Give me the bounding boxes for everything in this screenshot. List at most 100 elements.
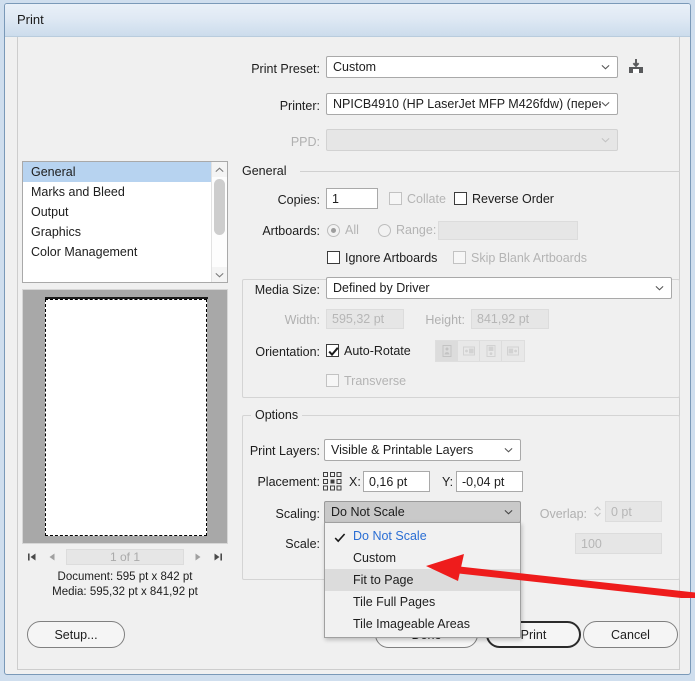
chevron-down-icon [504,508,513,517]
scale-label: Scale: [285,537,320,551]
page-number-field[interactable]: 1 of 1 [66,549,184,565]
category-item-general[interactable]: General [23,162,227,182]
skip-blank-artboards-label: Skip Blank Artboards [471,251,588,265]
artboards-range-label: Range: [396,223,437,237]
category-item-color-management[interactable]: Color Management [23,242,227,262]
category-list[interactable]: General Marks and Bleed Output Graphics … [22,161,228,283]
transverse-label: Transverse [344,374,407,388]
placement-x-label: X: [349,475,361,489]
printer-label: Printer: [279,99,320,113]
artboards-label: Artboards: [262,224,320,238]
reverse-order-label: Reverse Order [472,192,554,206]
placement-y-input[interactable]: -0,04 pt [456,471,523,492]
placement-x-input[interactable]: 0,16 pt [363,471,430,492]
height-input: 841,92 pt [471,309,549,329]
copies-label: Copies: [277,193,320,207]
orientation-landscape-right-icon[interactable] [502,341,524,361]
artboards-all-label: All [345,223,359,237]
collate-checkbox [389,192,402,205]
artboards-all-radio [327,224,340,237]
category-label: General [31,165,76,179]
menu-item-tile-imageable-areas[interactable]: Tile Imageable Areas [325,613,520,635]
print-preset-combo[interactable]: Custom [326,56,618,78]
orientation-buttons[interactable] [435,340,525,362]
orientation-portrait-down-icon[interactable] [480,341,502,361]
nav-last-icon[interactable] [208,547,228,567]
skip-blank-artboards-checkbox [453,251,466,264]
category-item-output[interactable]: Output [23,202,227,222]
scale-h-value: 100 [581,536,602,551]
transverse-checkbox [326,374,339,387]
scaling-label: Scaling: [275,507,320,521]
menu-item-label: Tile Full Pages [353,595,436,609]
orientation-landscape-left-icon[interactable] [458,341,480,361]
nav-prev-icon[interactable] [42,547,62,567]
scale-h-input: 100 [575,533,662,554]
check-icon [328,344,339,357]
scaling-dropdown-menu[interactable]: Do Not Scale Custom Fit to Page Tile Ful… [324,522,521,638]
preview-page-nav[interactable]: 1 of 1 [22,546,228,568]
overlap-label: Overlap: [539,507,587,521]
nav-first-icon[interactable] [22,547,42,567]
scaling-combo[interactable]: Do Not Scale [324,501,521,523]
media-size-combo[interactable]: Defined by Driver [326,277,672,299]
ignore-artboards-checkbox[interactable] [327,251,340,264]
print-preview[interactable] [22,289,228,544]
print-layers-combo[interactable]: Visible & Printable Layers [324,439,521,461]
category-label: Marks and Bleed [31,185,125,199]
menu-item-label: Do Not Scale [353,529,427,543]
orientation-portrait-up-icon[interactable] [436,341,458,361]
reverse-order-checkbox[interactable] [454,192,467,205]
ppd-combo [326,129,618,151]
print-layers-value: Visible & Printable Layers [331,443,474,457]
placement-proxy-icon[interactable] [323,472,342,491]
menu-item-tile-full-pages[interactable]: Tile Full Pages [325,591,520,613]
general-section-title: General [242,164,287,178]
width-input: 595,32 pt [326,309,404,329]
preview-page [45,299,207,536]
media-size-text: Media: 595,32 pt x 841,92 pt [52,586,198,598]
copies-value: 1 [332,191,339,206]
placement-y-value: -0,04 pt [462,474,505,489]
print-dialog: Print Print Preset: Custom Printer: NPIC… [4,3,691,675]
setup-button[interactable]: Setup... [27,621,125,648]
menu-item-label: Fit to Page [353,573,414,587]
category-list-scrollbar[interactable] [211,162,227,282]
width-value: 595,32 pt [332,312,385,326]
placement-x-value: 0,16 pt [369,474,408,489]
document-info: Document: 595 pt x 842 pt Media: 595,32 … [22,570,228,600]
menu-item-label: Tile Imageable Areas [353,617,470,631]
nav-next-icon[interactable] [188,547,208,567]
ppd-label: PPD: [290,135,320,149]
ignore-artboards-label: Ignore Artboards [345,251,438,265]
screen: Print Print Preset: Custom Printer: NPIC… [0,0,695,681]
chevron-down-icon [601,136,610,145]
category-item-graphics[interactable]: Graphics [23,222,227,242]
print-layers-label: Print Layers: [249,444,320,458]
menu-item-fit-to-page[interactable]: Fit to Page [325,569,520,591]
scroll-up-icon[interactable] [212,162,227,177]
save-preset-icon[interactable] [627,58,645,76]
radio-dot [331,228,336,233]
scroll-down-icon[interactable] [212,267,227,282]
auto-rotate-checkbox[interactable] [326,344,339,357]
orientation-label: Orientation: [255,345,320,359]
media-size-value: Defined by Driver [333,281,430,295]
category-label: Output [31,205,69,219]
copies-input[interactable]: 1 [326,188,378,209]
collate-label: Collate [407,192,446,206]
printer-value: NPICB4910 (HP LaserJet MFP M426fdw) (пер… [333,97,601,111]
scrollbar-thumb[interactable] [214,179,225,235]
chevron-down-icon [504,446,513,455]
category-item-marks-and-bleed[interactable]: Marks and Bleed [23,182,227,202]
dialog-title: Print [17,12,44,27]
overlap-value: 0 pt [611,504,632,519]
media-size-label: Media Size: [245,283,322,297]
printer-combo[interactable]: NPICB4910 (HP LaserJet MFP M426fdw) (пер… [326,93,618,115]
menu-item-custom[interactable]: Custom [325,547,520,569]
auto-rotate-label: Auto-Rotate [344,344,411,358]
menu-item-do-not-scale[interactable]: Do Not Scale [325,525,520,547]
height-value: 841,92 pt [477,312,530,326]
print-preset-value: Custom [333,60,377,74]
cancel-button[interactable]: Cancel [583,621,678,648]
